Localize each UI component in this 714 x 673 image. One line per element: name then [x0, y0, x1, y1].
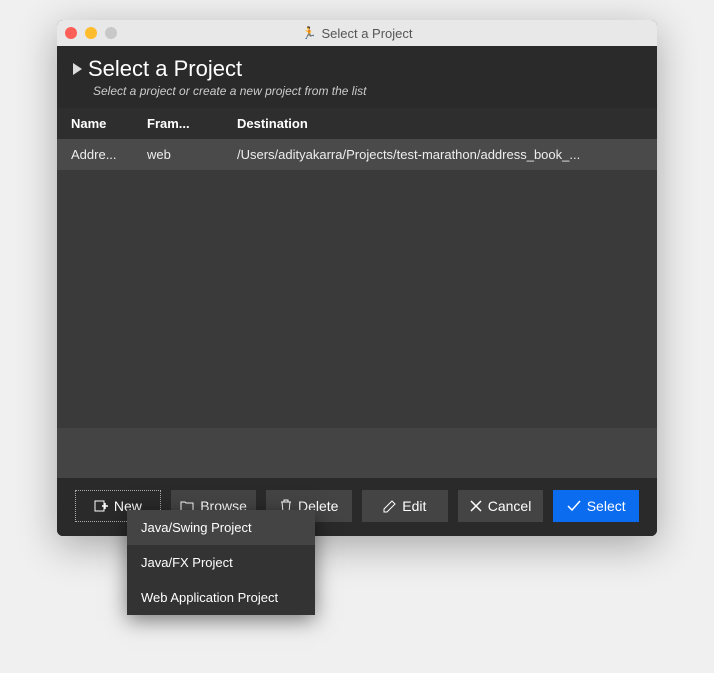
pencil-icon — [383, 500, 396, 513]
spacer — [57, 428, 657, 478]
check-icon — [567, 500, 581, 512]
table-row[interactable]: Addre... web /Users/adityakarra/Projects… — [57, 139, 657, 170]
page-title: Select a Project — [88, 56, 242, 82]
select-button-label: Select — [587, 498, 626, 514]
cell-destination: /Users/adityakarra/Projects/test-maratho… — [237, 147, 657, 162]
page-subtitle: Select a project or create a new project… — [93, 84, 641, 98]
disclosure-triangle-icon[interactable] — [73, 63, 82, 75]
close-window-button[interactable] — [65, 27, 77, 39]
new-icon — [94, 499, 108, 513]
dialog-window: 🏃 Select a Project Select a Project Sele… — [57, 20, 657, 536]
cancel-button-label: Cancel — [488, 498, 532, 514]
titlebar-title: 🏃 Select a Project — [302, 26, 413, 41]
dialog-header: Select a Project Select a project or cre… — [57, 46, 657, 108]
edit-button[interactable]: Edit — [362, 490, 448, 522]
column-framework-header[interactable]: Fram... — [147, 116, 237, 131]
cell-name: Addre... — [57, 147, 147, 162]
project-table: Name Fram... Destination Addre... web /U… — [57, 108, 657, 428]
column-name-header[interactable]: Name — [57, 116, 147, 131]
cell-framework: web — [147, 147, 237, 162]
cancel-button[interactable]: Cancel — [458, 490, 544, 522]
window-title-text: Select a Project — [321, 26, 412, 41]
close-icon — [470, 500, 482, 512]
edit-button-label: Edit — [402, 498, 426, 514]
minimize-window-button[interactable] — [85, 27, 97, 39]
dropdown-item-web-app[interactable]: Web Application Project — [127, 580, 315, 615]
maximize-window-button[interactable] — [105, 27, 117, 39]
table-header-row: Name Fram... Destination — [57, 108, 657, 139]
column-destination-header[interactable]: Destination — [237, 116, 657, 131]
dropdown-item-java-fx[interactable]: Java/FX Project — [127, 545, 315, 580]
titlebar: 🏃 Select a Project — [57, 20, 657, 46]
new-project-dropdown: Java/Swing Project Java/FX Project Web A… — [127, 510, 315, 615]
dropdown-item-java-swing[interactable]: Java/Swing Project — [127, 510, 315, 545]
running-man-icon: 🏃 — [302, 26, 317, 40]
window-controls — [65, 27, 117, 39]
select-button[interactable]: Select — [553, 490, 639, 522]
